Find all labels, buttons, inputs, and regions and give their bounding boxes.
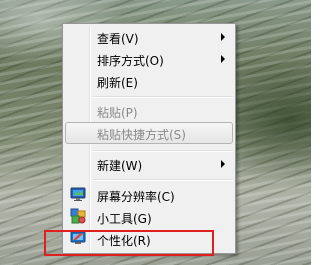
submenu-arrow-icon xyxy=(221,55,225,63)
menu-item-refresh[interactable]: 刷新(E) xyxy=(65,70,233,92)
menu-item-view[interactable]: 查看(V) xyxy=(65,26,233,48)
menu-item-label: 粘贴快捷方式(S) xyxy=(97,128,186,142)
menu-item-label: 查看(V) xyxy=(97,32,139,46)
menu-item-label: 粘贴(P) xyxy=(97,106,138,120)
gadgets-icon xyxy=(70,208,86,224)
menu-item-label: 排序方式(O) xyxy=(97,54,164,68)
submenu-arrow-icon xyxy=(221,160,225,168)
menu-item-label: 新建(W) xyxy=(97,159,143,173)
menu-item-label: 小工具(G) xyxy=(97,212,152,226)
menu-item-paste-shortcut[interactable]: 粘贴快捷方式(S) xyxy=(65,122,233,144)
menu-separator xyxy=(93,96,233,98)
menu-item-screen-resolution[interactable]: 屏幕分辨率(C) xyxy=(65,184,233,206)
submenu-arrow-icon xyxy=(221,33,225,41)
monitor-icon xyxy=(70,186,86,202)
menu-separator xyxy=(93,150,233,152)
highlight-annotation-box xyxy=(44,230,214,256)
desktop-context-menu: 查看(V) 排序方式(O) 刷新(E) 粘贴(P) 粘贴快捷方式(S) 新建(W… xyxy=(62,23,236,254)
menu-item-sort-by[interactable]: 排序方式(O) xyxy=(65,48,233,70)
menu-item-new[interactable]: 新建(W) xyxy=(65,153,233,175)
menu-item-label: 刷新(E) xyxy=(97,76,138,90)
menu-separator xyxy=(93,179,233,181)
menu-item-paste[interactable]: 粘贴(P) xyxy=(65,100,233,122)
menu-item-label: 屏幕分辨率(C) xyxy=(97,190,175,204)
menu-item-gadgets[interactable]: 小工具(G) xyxy=(65,206,233,228)
